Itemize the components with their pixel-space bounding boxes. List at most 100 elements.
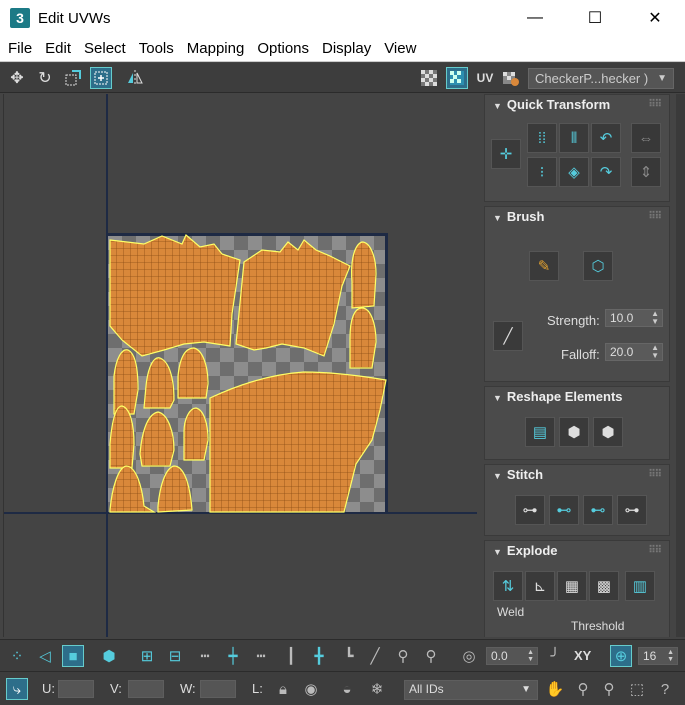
close-button[interactable]: ✕ [625,0,685,36]
paint-shrink-icon[interactable]: ⚲ [392,645,414,667]
stitch-custom-icon[interactable]: ⊶ [515,495,545,525]
grid-size-spinner[interactable]: 16 ▲ ▼ [638,647,678,665]
texture-dropdown[interactable]: CheckerP...hecker ) ▼ [528,68,674,89]
element-mode-icon[interactable]: ⬢ [98,645,120,667]
shrink-selection-icon[interactable]: ⊟ [164,645,186,667]
lock-icon[interactable]: 🔒︎ [272,678,294,700]
point-to-point-icon[interactable]: ┗ [338,645,360,667]
menu-display[interactable]: Display [317,40,376,57]
menu-mapping[interactable]: Mapping [182,40,250,57]
uv-islands[interactable] [4,94,477,637]
polygon-mode-icon[interactable]: ■ [62,645,84,667]
zoom-icon[interactable]: ⚲ [572,678,594,700]
flatten-icon[interactable]: ▩ [589,571,619,601]
soft-select-icon[interactable]: ◎ [458,645,480,667]
strength-spinner[interactable]: 10.0 ▲ ▼ [605,309,663,327]
w-field[interactable] [200,680,236,698]
paint-select-icon[interactable]: ╱ [364,645,386,667]
selection-toolbar: ⁘ ◁ ■ ⬢ ⊞ ⊟ ┅ ┿ ┅ ┃ ╋ ┗ ╱ ⚲ ⚲ ◎ 0.0 ▲ ▼ ╯ … [0,639,685,671]
menu-edit[interactable]: Edit [40,40,76,57]
zoom-region-icon[interactable]: ⚲ [598,678,620,700]
xy-mode-label[interactable]: XY [574,648,591,663]
stitch-to-source-icon[interactable]: ⊷ [549,495,579,525]
paint-brush-icon[interactable]: ✎ [529,251,559,281]
panel-scrollbar[interactable] [676,94,685,637]
checker-pattern-icon[interactable] [418,67,440,89]
pan-icon[interactable]: ✋ [544,678,566,700]
menu-view[interactable]: View [379,40,421,57]
relax-until-flat-icon[interactable]: ⬢ [559,417,589,447]
rotate-cw-icon[interactable]: ↷ [591,157,621,187]
uv-viewport[interactable] [3,94,477,637]
rollout-header[interactable]: ▼ Quick Transform ⠿⠿ [485,95,669,115]
break-icon[interactable]: ⊾ [525,571,555,601]
explode-icon[interactable]: ⇅ [493,571,523,601]
side-panel: ▼ Quick Transform ⠿⠿ ✛ ⁞⁞ ⦀ ↶ ⇔ ⁝ ◈ ↷ ⇕ ▼ B… [480,94,676,637]
hide-selection-icon[interactable]: ◉ [300,678,322,700]
rollout-header[interactable]: ▼ Reshape Elements [485,387,669,407]
spinner-arrows-icon[interactable]: ▲ ▼ [667,649,674,663]
u-field[interactable] [58,680,94,698]
relax-icon[interactable]: ⬢ [593,417,623,447]
window-title: Edit UVWs [38,9,111,27]
zoom-extents-icon[interactable]: ⬚ [626,678,648,700]
angle-spinner[interactable]: 0.0 ▲ ▼ [486,647,538,665]
scale-icon[interactable] [62,67,84,89]
minimize-button[interactable]: — [505,0,565,36]
spinner-arrows-icon[interactable]: ▲ ▼ [651,310,659,326]
vertex-mode-icon[interactable]: ⁘ [6,645,28,667]
move-icon[interactable]: ✥ [6,67,28,89]
maximize-button[interactable]: ☐ [565,0,625,36]
stitch-to-target-icon[interactable]: ⊷ [583,495,613,525]
uv-mode-label[interactable]: UV [474,67,496,89]
freeform-mode-icon[interactable] [90,67,112,89]
texture-settings-icon[interactable] [500,67,522,89]
freeze-icon[interactable]: ❄ [366,678,388,700]
rollout-header[interactable]: ▼ Stitch ⠿⠿ [485,465,669,485]
paint-grow-icon[interactable]: ⚲ [420,645,442,667]
ring-grow-icon[interactable]: ╋ [308,645,330,667]
menu-tools[interactable]: Tools [134,40,179,57]
grid-snap-icon[interactable]: ⊕ [610,645,632,667]
pack-icon[interactable]: ▥ [625,571,655,601]
transform-mode-icon[interactable]: ⤷ [6,678,28,700]
falloff-spinner[interactable]: 20.0 ▲ ▼ [605,343,663,361]
relax-brush-icon[interactable]: ⬡ [583,251,613,281]
space-horizontal-icon[interactable]: ⇔ [631,123,661,153]
align-center-icon[interactable]: ✛ [491,139,521,169]
unhide-icon[interactable]: ◒ [336,678,358,700]
menu-select[interactable]: Select [79,40,131,57]
stitch-average-icon[interactable]: ⊶ [617,495,647,525]
menu-options[interactable]: Options [252,40,314,57]
rotate-icon[interactable]: ↻ [34,67,56,89]
detach-icon[interactable]: ▦ [557,571,587,601]
straighten-icon[interactable]: ◈ [559,157,589,187]
align-to-edge-icon[interactable]: ⁝ [527,157,557,187]
spinner-arrows-icon[interactable]: ▲ ▼ [527,649,534,663]
material-id-dropdown[interactable]: All IDs ▼ [404,680,538,700]
loop-grow-icon[interactable]: ┿ [222,645,244,667]
align-horizontal-icon[interactable]: ⁞⁞ [527,123,557,153]
v-field[interactable] [128,680,164,698]
loop-icon[interactable]: ┅ [194,645,216,667]
mirror-icon[interactable] [124,67,146,89]
align-vertical-icon[interactable]: ⦀ [559,123,589,153]
spinner-arrows-icon[interactable]: ▲ ▼ [651,344,659,360]
falloff-curve-icon[interactable]: ╱ [493,321,523,351]
weld-label: Weld [497,605,525,619]
ring-icon[interactable]: ┅ [250,645,272,667]
edge-mode-icon[interactable]: ◁ [34,645,56,667]
rollout-header[interactable]: ▼ Explode ⠿⠿ [485,541,669,561]
ring-shrink-icon[interactable]: ┃ [280,645,302,667]
rollout-title-text: Brush [506,209,545,224]
falloff-type-icon[interactable]: ╯ [544,645,566,667]
menu-file[interactable]: File [3,40,37,57]
status-toolbar: ⤷ U: V: W: L: 🔒︎ ◉ ◒ ❄ All IDs ▼ ✋ ⚲ ⚲ ⬚ … [0,671,685,705]
rotate-ccw-icon[interactable]: ↶ [591,123,621,153]
rollout-header[interactable]: ▼ Brush ⠿⠿ [485,207,669,227]
help-icon[interactable]: ? [654,678,676,700]
show-map-icon[interactable] [446,67,468,89]
space-vertical-icon[interactable]: ⇕ [631,157,661,187]
straighten-selection-icon[interactable]: ▤ [525,417,555,447]
grow-selection-icon[interactable]: ⊞ [136,645,158,667]
